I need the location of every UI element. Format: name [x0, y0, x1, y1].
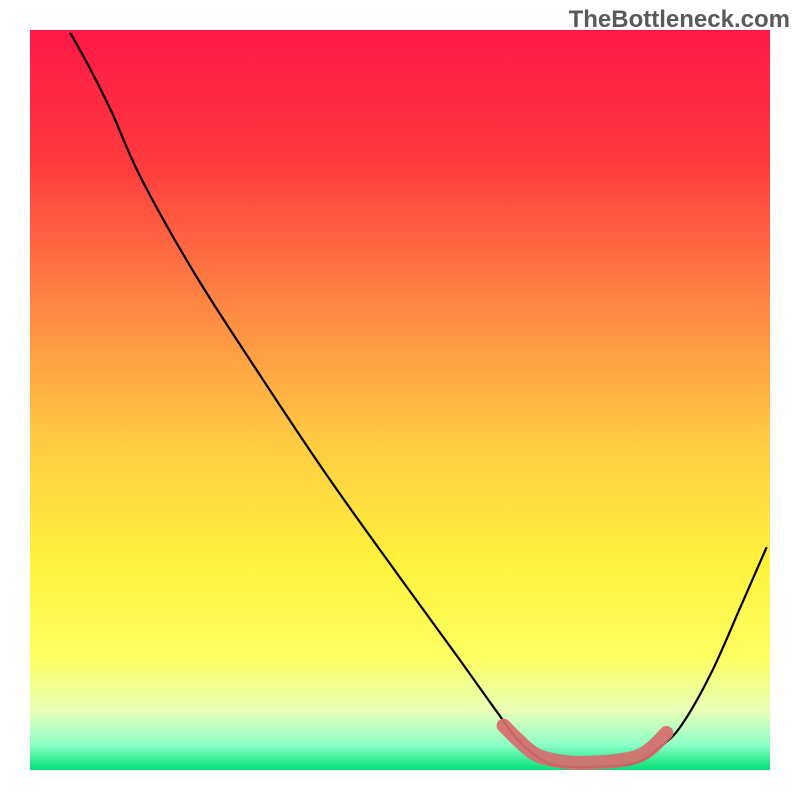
watermark-text: TheBottleneck.com — [569, 6, 790, 34]
plot-background — [30, 30, 770, 770]
chart-svg — [0, 0, 800, 800]
bottleneck-chart: TheBottleneck.com — [0, 0, 800, 800]
